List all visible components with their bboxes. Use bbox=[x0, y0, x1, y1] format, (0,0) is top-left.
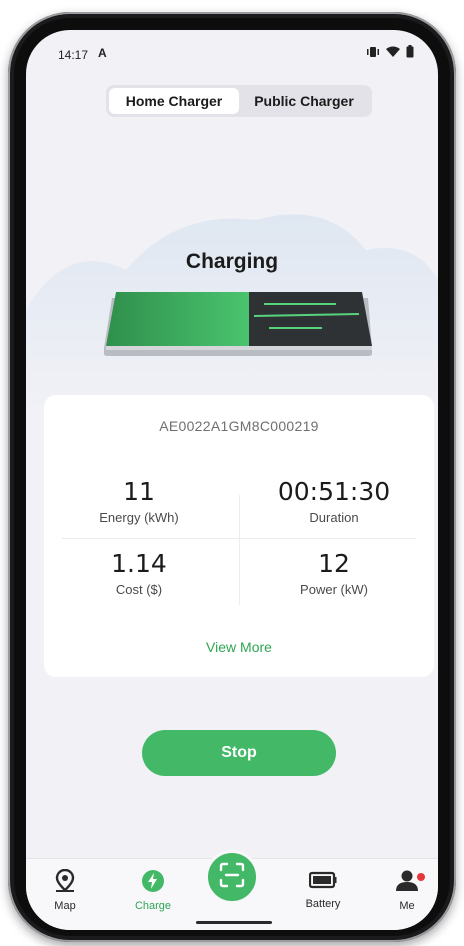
wifi-icon bbox=[386, 45, 400, 63]
metric-energy-value: 11 bbox=[123, 477, 155, 506]
nav-label-me: Me bbox=[399, 900, 415, 912]
status-time: 14:17 bbox=[58, 48, 89, 62]
metric-cost-value: 1.14 bbox=[111, 549, 167, 578]
metric-energy-label: Energy (kWh) bbox=[99, 510, 179, 525]
scan-icon bbox=[218, 861, 246, 894]
metric-duration-label: Duration bbox=[309, 510, 359, 525]
battery-icon bbox=[308, 871, 337, 894]
battery-icon bbox=[406, 45, 414, 63]
battery-pack-illustration bbox=[104, 292, 372, 356]
nav-label-charge: Charge bbox=[134, 900, 172, 912]
tab-public-charger[interactable]: Public Charger bbox=[239, 88, 369, 114]
charger-serial-number: AE0022A1GM8C000219 bbox=[159, 418, 319, 434]
metric-power: 12 Power (kW) bbox=[239, 549, 429, 597]
metric-duration: 00:51:30 Duration bbox=[239, 477, 429, 525]
metric-divider-horizontal bbox=[62, 538, 416, 539]
status-bar: 14:17 A bbox=[26, 30, 438, 80]
nav-item-me[interactable]: Me bbox=[372, 869, 438, 912]
tab-home-charger[interactable]: Home Charger bbox=[109, 88, 239, 114]
metric-power-label: Power (kW) bbox=[300, 582, 368, 597]
nav-item-charge[interactable]: Charge bbox=[118, 869, 188, 912]
stop-charging-button[interactable]: Stop bbox=[142, 730, 336, 776]
nav-item-map[interactable]: Map bbox=[30, 868, 100, 912]
vibrate-icon bbox=[366, 45, 380, 63]
user-icon bbox=[394, 870, 420, 896]
charging-session-card: AE0022A1GM8C000219 11 Energy (kWh) 00:51… bbox=[44, 395, 434, 677]
nav-label-map: Map bbox=[54, 900, 76, 912]
metric-cost: 1.14 Cost ($) bbox=[44, 549, 234, 597]
metric-cost-label: Cost ($) bbox=[115, 582, 163, 597]
home-indicator[interactable] bbox=[196, 921, 272, 924]
app-screen: 14:17 A Home Charger Public Charger Char… bbox=[26, 30, 438, 930]
nav-label-battery: Battery bbox=[305, 898, 341, 910]
metric-duration-value: 00:51:30 bbox=[277, 477, 391, 506]
nav-item-battery[interactable]: Battery bbox=[288, 869, 358, 910]
charger-type-tabs: Home Charger Public Charger bbox=[106, 85, 372, 117]
lightning-icon bbox=[141, 870, 165, 896]
metric-energy: 11 Energy (kWh) bbox=[44, 477, 234, 525]
map-pin-icon bbox=[54, 868, 76, 896]
metric-power-value: 12 bbox=[318, 549, 350, 578]
status-icons bbox=[366, 45, 414, 63]
charging-status-title: Charging bbox=[185, 250, 279, 273]
notification-badge-dot bbox=[417, 873, 425, 881]
view-more-link[interactable]: View More bbox=[44, 639, 434, 655]
status-app-glyph: A bbox=[98, 46, 107, 60]
scan-qr-button[interactable] bbox=[205, 850, 259, 904]
